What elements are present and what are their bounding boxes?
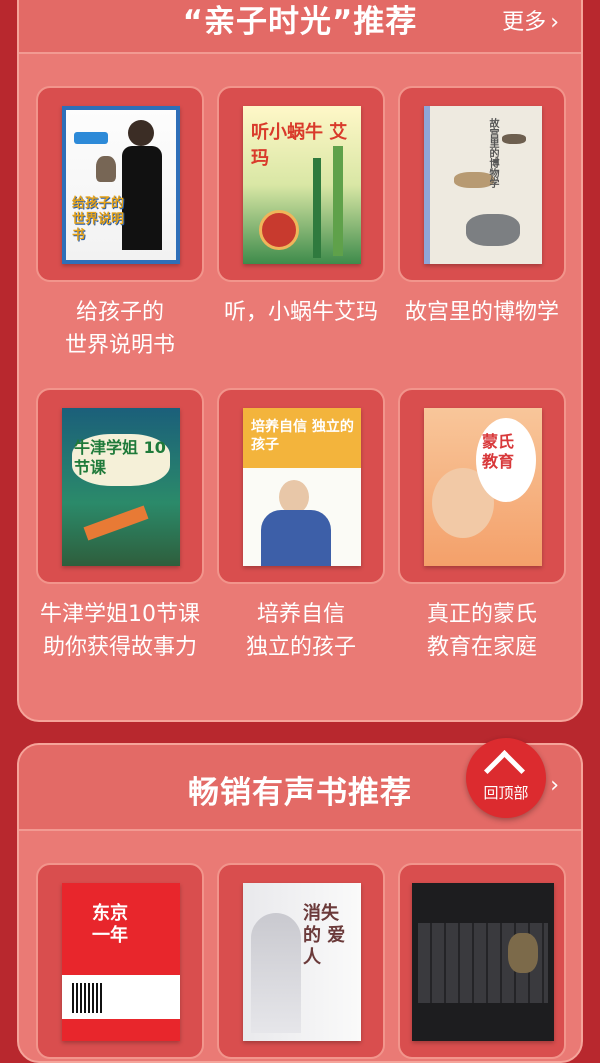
book-title[interactable]: 故宫里的博物学 (392, 296, 572, 329)
chevron-right-icon: › (550, 773, 559, 798)
book-cover (412, 883, 554, 1041)
section-header: “亲子时光”推荐 更多 › (19, 0, 581, 54)
book-title[interactable]: 给孩子的 世界说明书 (30, 296, 210, 362)
book-title-line1: 听，小蜗牛艾玛 (223, 300, 378, 325)
book-title-line1: 培养自信 (256, 602, 345, 627)
book-card[interactable]: 给孩子的 世界说明书 (36, 86, 204, 282)
book-card[interactable]: 东京 一年 (36, 863, 204, 1059)
book-cover: 消失的 爱人 (243, 883, 361, 1041)
back-to-top-button[interactable]: 回顶部 (466, 738, 546, 818)
book-title-line2: 教育在家庭 (426, 635, 537, 660)
book-card[interactable]: 牛津学姐 10节课 (36, 388, 204, 584)
more-link[interactable]: 更多 › (502, 4, 559, 36)
book-card[interactable]: 蒙氏 教育 (398, 388, 566, 584)
book-title-line2: 独立的孩子 (245, 635, 356, 660)
book-cover: 蒙氏 教育 (424, 408, 542, 566)
book-title[interactable]: 培养自信 独立的孩子 (211, 598, 391, 664)
book-cover: 牛津学姐 10节课 (62, 408, 180, 566)
parent-child-section: “亲子时光”推荐 更多› 给孩子的 世界说明书 听小蜗牛 艾玛 故宫里的博物学 (17, 0, 583, 722)
book-card[interactable] (398, 863, 566, 1059)
book-title-line2: 世界说明书 (64, 333, 175, 358)
book-title[interactable]: 真正的蒙氏 教育在家庭 (392, 598, 572, 664)
book-card[interactable]: 听小蜗牛 艾玛 (217, 86, 385, 282)
book-card[interactable]: 培养自信 独立的孩子 (217, 388, 385, 584)
chevron-right-icon: › (550, 10, 559, 35)
book-title[interactable]: 牛津学姐10节课 助你获得故事力 (30, 598, 210, 664)
book-title-line1: 给孩子的 (75, 300, 164, 325)
book-cover: 培养自信 独立的孩子 (243, 408, 361, 566)
more-label: 更多 (502, 10, 547, 35)
book-cover: 听小蜗牛 艾玛 (243, 106, 361, 264)
more-link[interactable]: › (546, 773, 559, 798)
book-card[interactable]: 消失的 爱人 (217, 863, 385, 1059)
book-title-line1: 真正的蒙氏 (426, 602, 537, 627)
book-title-line2: 助你获得故事力 (42, 635, 197, 660)
section-title: “亲子时光”推荐 (182, 4, 418, 40)
book-title[interactable]: 听，小蜗牛艾玛 (211, 296, 391, 329)
back-to-top-label: 回顶部 (483, 784, 529, 802)
book-cover: 故宫里的博物学 (424, 106, 542, 264)
book-title-line1: 故宫里的博物学 (404, 300, 559, 325)
book-cover: 东京 一年 (62, 883, 180, 1041)
book-card[interactable]: 故宫里的博物学 (398, 86, 566, 282)
book-title-line1: 牛津学姐10节课 (40, 602, 200, 627)
book-cover: 给孩子的 世界说明书 (62, 106, 180, 264)
